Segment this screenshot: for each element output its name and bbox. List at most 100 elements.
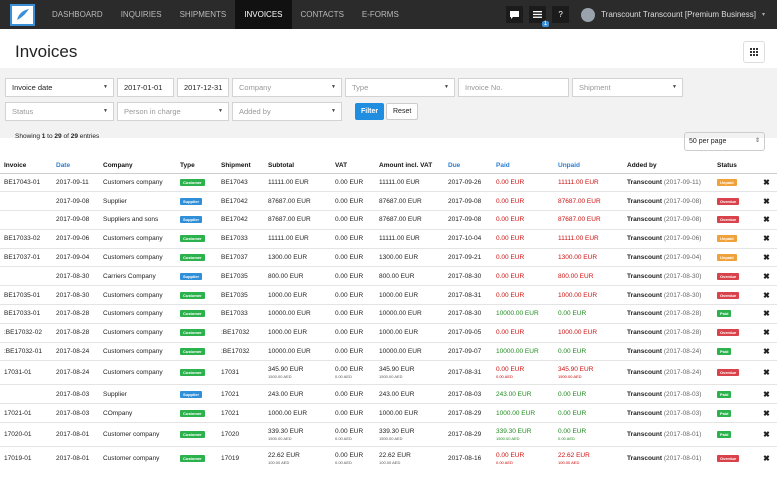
cell-subtotal: 345.90 EUR 1500.00 AED [264,360,331,385]
chat-icon[interactable] [506,6,524,23]
table-row[interactable]: 2017-09-08 Suppliers and sons Supplier BE17… [0,210,777,230]
delete-icon[interactable]: ✖ [752,228,777,249]
table-row[interactable]: 17019-01 2017-08-01 Customer company Custom… [0,446,777,471]
col-added-by[interactable]: Added by [623,158,713,174]
cell-company: Customers company [99,228,176,249]
cell-company: Customer company [99,446,176,471]
delete-icon[interactable]: ✖ [752,247,777,267]
delete-icon[interactable]: ✖ [752,266,777,286]
invoice-date-select[interactable]: Invoice date ▼ [5,78,114,97]
cell-date: 2017-09-04 [52,247,99,267]
help-icon[interactable]: ? [552,6,570,23]
cell-paid-secondary: 0.00 AED [496,374,513,380]
col-unpaid[interactable]: Unpaid [554,158,623,174]
type-badge: Customer [180,369,205,377]
cell-unpaid: 87687.00 EUR [554,210,623,230]
nav-eforms[interactable]: E-FORMS [353,0,408,29]
col-invoice[interactable]: Invoice [0,158,52,174]
cell-date: 2017-08-24 [52,341,99,361]
entries-info: Showing 1 to 29 of 29 entries [15,133,100,140]
delete-icon[interactable]: ✖ [752,210,777,230]
cell-type: Customer [176,172,217,192]
invoice-no-input[interactable]: Invoice No. [458,78,569,97]
cell-paid: 0.00 EUR [492,228,554,249]
list-icon[interactable]: 1 [529,6,550,27]
table-row[interactable]: BE17035-01 2017-08-30 Customers company Cus… [0,285,777,305]
table-row[interactable]: 17021-01 2017-08-03 COmpany Customer 17021 10… [0,403,777,423]
table-row[interactable]: :BE17032-01 2017-08-24 Customers company Cu… [0,341,777,361]
cell-due: 2017-08-29 [444,403,492,423]
filter-button[interactable]: Filter [355,103,385,120]
chevron-down-icon[interactable]: ▾ [762,11,765,18]
caret-down-icon: ▼ [331,84,336,90]
cell-subtotal: 22.62 EUR 100.00 AED [264,446,331,471]
table-row[interactable]: BE17043-01 2017-09-11 Customers company Cus… [0,172,777,192]
nav-shipments[interactable]: SHIPMENTS [171,0,236,29]
delete-icon[interactable]: ✖ [752,360,777,385]
delete-icon[interactable]: ✖ [752,285,777,305]
col-amount[interactable]: Amount incl. VAT [375,158,444,174]
grid-icon[interactable] [743,41,765,63]
delete-icon[interactable]: ✖ [752,191,777,211]
person-in-charge-select[interactable]: Person in charge ▼ [117,102,229,121]
col-vat[interactable]: VAT [331,158,375,174]
reset-button[interactable]: Reset [386,103,419,120]
cell-paid: 339.30 EUR 1500.00 AED [492,422,554,447]
table-row[interactable]: BE17033-01 2017-08-28 Customers company Cus… [0,304,777,324]
nav-inquiries[interactable]: INQUIRIES [112,0,171,29]
status-badge: Unpaid [717,254,737,262]
col-due[interactable]: Due [444,158,492,174]
cell-invoice: :BE17032-02 [0,322,52,343]
table-row[interactable]: 2017-08-30 Carriers Company Supplier BE1703… [0,266,777,286]
type-select[interactable]: Type ▼ [345,78,455,97]
added-by-select[interactable]: Added by ▼ [232,102,342,121]
user-name[interactable]: Transcount Transcount [Premium Business] [601,10,756,19]
cell-paid: 10000.00 EUR [492,304,554,324]
cell-due: 2017-08-29 [444,422,492,447]
table-row[interactable]: 2017-09-08 Supplier Supplier BE17042 87687.0… [0,191,777,211]
col-date[interactable]: Date [52,158,99,174]
col-paid[interactable]: Paid [492,158,554,174]
table-row[interactable]: 2017-08-03 Supplier Supplier 17021 243.00 EU… [0,384,777,404]
cell-date: 2017-08-03 [52,403,99,423]
delete-icon[interactable]: ✖ [752,304,777,324]
delete-icon[interactable]: ✖ [752,341,777,361]
cell-unpaid: 1000.00 EUR [554,322,623,343]
col-status[interactable]: Status [713,158,752,174]
per-page-select[interactable]: 50 per page ⇕ [684,132,765,151]
status-badge: Overdue [717,455,740,463]
company-select[interactable]: Company ▼ [232,78,342,97]
col-subtotal[interactable]: Subtotal [264,158,331,174]
nav-contacts[interactable]: CONTACTS [292,0,353,29]
cell-company: Customers company [99,285,176,305]
status-select[interactable]: Status ▼ [5,102,114,121]
table-row[interactable]: 17031-01 2017-08-24 Customers company Custo… [0,360,777,385]
col-type[interactable]: Type [176,158,217,174]
cell-shipment: BE17042 [217,191,264,211]
table-row[interactable]: BE17033-02 2017-09-06 Customers company Cus… [0,228,777,249]
avatar[interactable] [581,7,596,22]
col-shipment[interactable]: Shipment [217,158,264,174]
date-from-input[interactable]: 2017-01-01 [117,78,174,97]
shipment-select[interactable]: Shipment ▼ [572,78,683,97]
cell-status: Overdue [713,446,752,471]
cell-amount: 22.62 EUR 100.00 AED [375,446,444,471]
table-row[interactable]: :BE17032-02 2017-08-28 Customers company Cu… [0,322,777,343]
table-header-row: Invoice Date Company Type Shipment Subto… [0,158,777,174]
table-row[interactable]: BE17037-01 2017-09-04 Customers company Cus… [0,247,777,267]
nav-invoices[interactable]: INVOICES [235,0,292,29]
app-logo[interactable] [10,3,35,26]
cell-subtotal: 10000.00 EUR [264,304,331,324]
delete-icon[interactable]: ✖ [752,384,777,404]
date-to-input[interactable]: 2017-12-31 [177,78,229,97]
status-badge: Paid [717,409,732,417]
delete-icon[interactable]: ✖ [752,403,777,423]
delete-icon[interactable]: ✖ [752,446,777,471]
delete-icon[interactable]: ✖ [752,422,777,447]
cell-paid: 0.00 EUR 0.00 AED [492,360,554,385]
delete-icon[interactable]: ✖ [752,322,777,343]
delete-icon[interactable]: ✖ [752,172,777,192]
nav-dashboard[interactable]: DASHBOARD [43,0,112,29]
table-row[interactable]: 17020-01 2017-08-01 Customer company Custom… [0,422,777,447]
col-company[interactable]: Company [99,158,176,174]
